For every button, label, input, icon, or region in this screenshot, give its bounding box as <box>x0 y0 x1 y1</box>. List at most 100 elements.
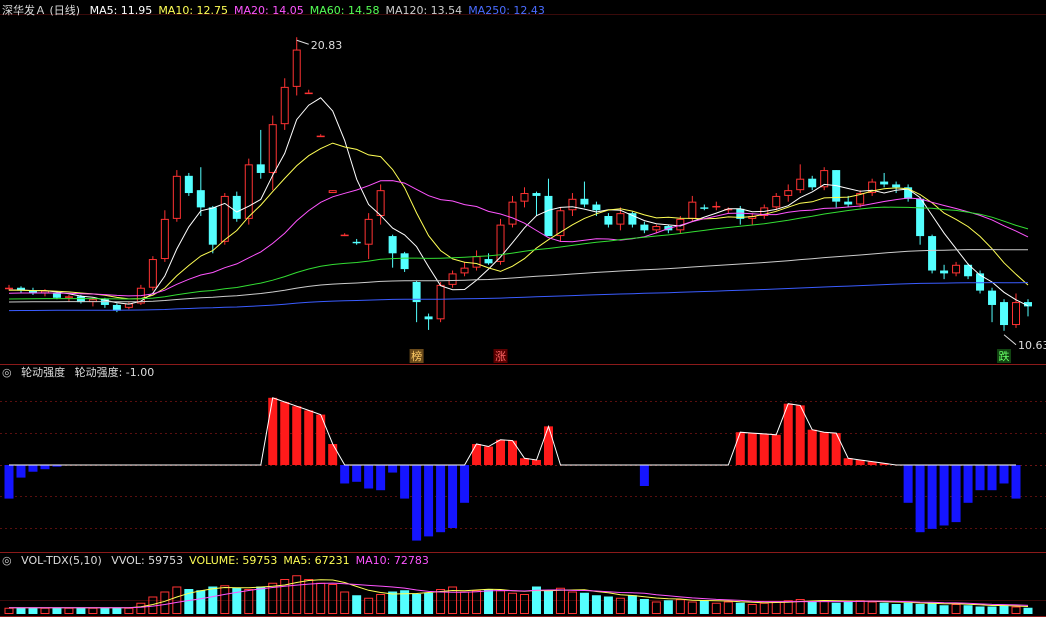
candle-body <box>340 234 349 237</box>
volume-bar <box>16 607 26 614</box>
candle <box>364 213 373 260</box>
indicator-bar <box>903 465 913 503</box>
candle-body <box>532 193 541 196</box>
candle-body <box>952 264 961 274</box>
tag-bang: 榜 <box>409 349 424 363</box>
indicator-bar <box>927 465 937 529</box>
candle-body <box>64 296 73 298</box>
candle <box>172 170 181 222</box>
volume-bar <box>352 595 362 614</box>
indicator-bar <box>735 432 745 465</box>
volume-bar <box>64 607 74 614</box>
candle <box>916 197 925 245</box>
candle <box>112 303 121 313</box>
indicator-bar <box>963 465 973 503</box>
candle-body <box>376 190 385 217</box>
tag-die-text: 跌 <box>999 349 1010 363</box>
ma-legend: MA5: 11.95 MA10: 12.75 MA20: 14.05 MA60: 14… <box>90 4 551 17</box>
volume-bar <box>508 592 518 614</box>
indicator-bar <box>340 465 350 484</box>
volume-bar <box>436 589 446 614</box>
indicator-bar <box>915 465 925 533</box>
volume-bar <box>292 575 302 614</box>
volume-bar <box>675 599 685 614</box>
candle <box>772 193 781 211</box>
legend-item-4: MA120: 13.54 <box>385 4 463 17</box>
candle-body <box>196 190 205 208</box>
candle-body <box>472 256 481 268</box>
volume-bar <box>735 602 745 614</box>
volume-bar <box>472 590 482 614</box>
candle <box>412 280 421 323</box>
volume-bar <box>723 601 733 614</box>
indicator-bar <box>759 433 769 465</box>
candle-body <box>928 236 937 271</box>
candle-body <box>352 241 361 244</box>
volume-bar <box>316 582 326 614</box>
candle-body <box>1000 302 1009 326</box>
candle <box>940 264 949 280</box>
volume-bar <box>999 605 1009 614</box>
candle <box>424 313 433 330</box>
candle <box>748 213 757 225</box>
indicator-bars-layer <box>4 397 1021 541</box>
indicator-bar <box>376 465 386 491</box>
tag-zhang: 涨 <box>493 349 508 363</box>
volume-bar <box>100 607 110 614</box>
candles-layer <box>5 37 1032 331</box>
candle <box>268 115 277 191</box>
indicator-bar <box>484 446 494 465</box>
volume-icon[interactable]: ◎ <box>2 554 12 567</box>
candle-body <box>568 198 577 211</box>
ma250-line <box>8 282 1029 312</box>
volume-bar <box>256 586 266 614</box>
candle-body <box>292 49 301 87</box>
candle-body <box>160 218 169 260</box>
candle-body <box>892 184 901 188</box>
indicator-bar <box>304 410 314 465</box>
candle <box>712 201 721 211</box>
volume-bar <box>867 601 877 614</box>
stock-title: 深华发Ａ (日线) <box>2 4 81 17</box>
indicator-bar <box>519 458 529 465</box>
candle-body <box>652 226 661 231</box>
volume-bar <box>28 607 38 614</box>
candle-body <box>688 201 697 219</box>
candle <box>304 89 313 95</box>
indicator-bar <box>987 465 997 491</box>
volume-bar <box>915 604 925 614</box>
volume-bar <box>711 602 721 614</box>
indicator-icon[interactable]: ◎ <box>2 366 12 379</box>
volume-bar <box>376 594 386 614</box>
candle <box>604 213 613 228</box>
indicator-bar <box>268 397 278 465</box>
indicator-bar <box>1011 465 1021 499</box>
tag-die: 跌 <box>997 349 1012 363</box>
volume-bar <box>40 607 50 614</box>
candle <box>532 191 541 216</box>
candle-body <box>400 253 409 270</box>
candle <box>520 187 529 208</box>
candle-body <box>268 124 277 173</box>
candle-body <box>5 287 13 290</box>
indicator-bar <box>328 444 338 465</box>
candle-body <box>328 190 337 194</box>
indicator-bar <box>4 465 14 499</box>
volume-bar <box>579 592 589 614</box>
volume-bar <box>52 607 62 614</box>
volume-bar <box>388 591 398 614</box>
indicator-bar <box>460 465 470 503</box>
candle <box>700 204 709 211</box>
candle-body <box>364 218 373 245</box>
candle-body <box>580 198 589 205</box>
volume-bar <box>543 590 553 614</box>
indicator-bar <box>531 459 541 465</box>
candle <box>976 270 985 294</box>
volume-bar <box>747 604 757 614</box>
candle <box>508 195 517 228</box>
candle-body <box>592 204 601 211</box>
candle <box>988 287 997 323</box>
volume-bar <box>460 591 470 614</box>
legend-item-1: MA10: 12.75 <box>158 4 229 17</box>
candle-body <box>316 135 325 138</box>
